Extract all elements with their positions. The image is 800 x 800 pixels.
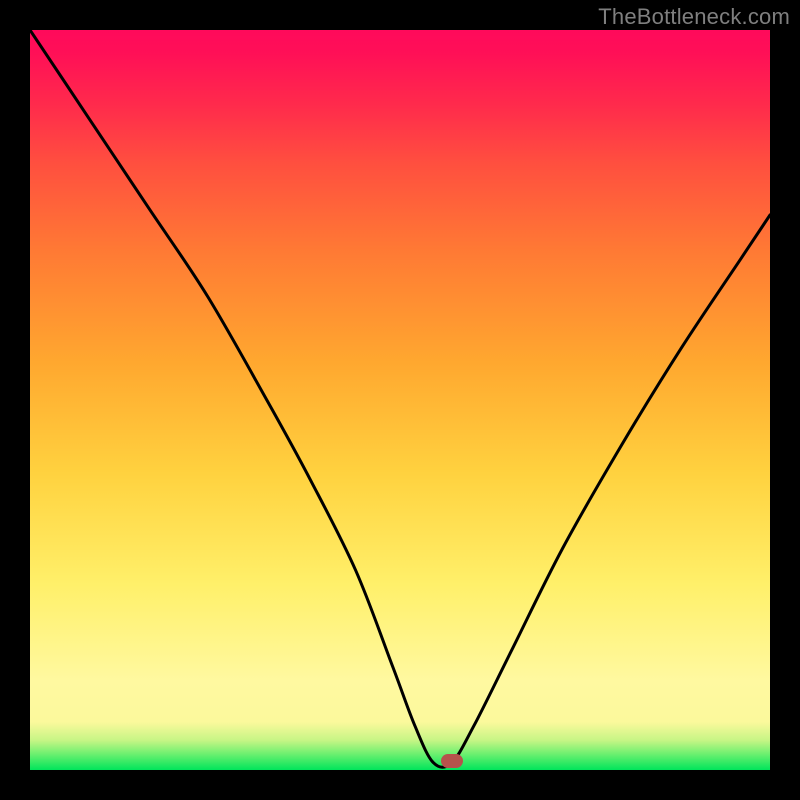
- bottleneck-curve: [30, 30, 770, 770]
- optimal-point-marker: [441, 754, 463, 768]
- watermark: TheBottleneck.com: [598, 4, 790, 30]
- chart-frame: TheBottleneck.com: [0, 0, 800, 800]
- curve-path: [30, 30, 770, 767]
- plot-area: [30, 30, 770, 770]
